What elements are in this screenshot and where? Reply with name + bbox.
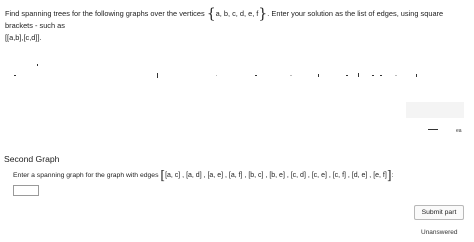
graph-artifact-dot [37,64,38,66]
right-brace: } [258,6,268,22]
graph-artifact-tick [358,73,359,77]
graph-artifact-label: ea [456,128,462,134]
question-colon: : [391,172,394,179]
graph-artifact-dot [290,75,292,76]
answer-status: Unanswered [421,229,458,236]
graph-artifact-dash [255,75,257,76]
graph-artifact-dash [428,129,438,130]
graph-artifact-box [406,102,464,118]
graph-artifact-dot [216,75,217,76]
graph-artifact-dot [380,75,382,76]
graph-artifact-dot [372,75,374,76]
prompt-example: [[a,b],[c,d]]. [5,33,42,42]
submit-part-button[interactable]: Submit part [414,205,464,220]
graph-artifact-dot [395,75,397,76]
answer-input[interactable] [13,185,39,196]
graph-artifact-tick [318,74,319,77]
left-brace: { [206,6,216,22]
section-title: Second Graph [4,154,60,164]
graph-artifact-dash [14,75,16,76]
edge-list: [a, c] , [a, d] , [a, e] , [a, f] , [b, … [165,172,387,179]
graph-artifact-tick [416,74,417,77]
question-text: Enter a spanning graph for the graph wit… [13,172,159,179]
vertex-list: a, b, c, d, e, f [215,9,259,18]
prompt-text-before: Find spanning trees for the following gr… [5,9,205,18]
graph-artifact-dot [346,75,348,76]
part-question: Enter a spanning graph for the graph wit… [13,168,463,183]
question-prompt: Find spanning trees for the following gr… [5,6,469,44]
graph-artifact-tick [157,73,158,78]
